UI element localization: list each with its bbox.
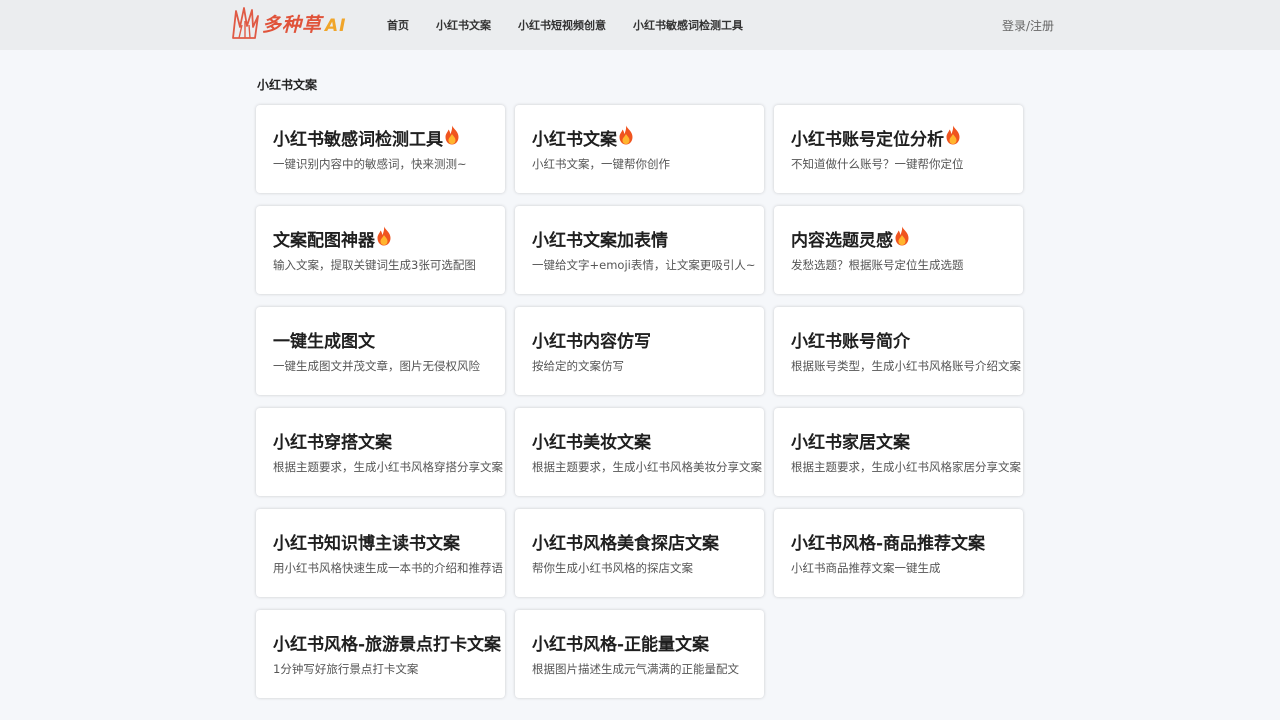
tool-card-title: 小红书美妆文案	[532, 428, 750, 453]
tool-card-description: 1分钟写好旅行景点打卡文案	[273, 662, 419, 676]
tool-card-title-text: 内容选题灵感	[791, 230, 893, 251]
logo-text: 多种草 AI	[262, 13, 347, 36]
tool-card[interactable]: 小红书账号定位分析不知道做什么账号？一键帮你定位	[774, 105, 1023, 193]
tool-card-title-text: 小红书知识博主读书文案	[273, 533, 460, 554]
tool-card-title-text: 小红书敏感词检测工具	[273, 129, 443, 150]
tool-card[interactable]: 小红书家居文案根据主题要求，生成小红书风格家居分享文案	[774, 408, 1023, 496]
tool-card-title-text: 文案配图神器	[273, 230, 375, 251]
tool-card-title-text: 小红书账号简介	[791, 331, 910, 352]
tool-card-description: 不知道做什么账号？一键帮你定位	[791, 157, 964, 171]
tool-card-title-text: 小红书风格-正能量文案	[532, 634, 710, 655]
fire-icon	[444, 125, 460, 150]
tool-card-grid: 小红书敏感词检测工具 一键识别内容中的敏感词，快来测测~ 小红书文案 小红书文案，一键…	[256, 105, 1024, 698]
top-header: 多种草 AI 首页 小红书文案 小红书短视频创意 小红书敏感词检测工具 登录/注册	[0, 0, 1280, 50]
fire-icon	[618, 125, 634, 150]
tool-card-description: 发愁选题？根据账号定位生成选题	[791, 258, 964, 272]
tool-card-description: 根据图片描述生成元气满满的正能量配文	[532, 662, 739, 676]
tool-card[interactable]: 内容选题灵感发愁选题？根据账号定位生成选题	[774, 206, 1023, 294]
tool-card-description: 小红书商品推荐文案一键生成	[791, 561, 941, 575]
tool-card-description: 帮你生成小红书风格的探店文案	[532, 561, 693, 575]
tool-card-description: 根据主题要求，生成小红书风格穿搭分享文案	[273, 460, 503, 474]
logo-ai-text: AI	[325, 15, 347, 36]
tool-card-title-text: 小红书账号定位分析	[791, 129, 944, 150]
tool-card-title: 小红书风格美食探店文案	[532, 529, 750, 554]
tool-card[interactable]: 文案配图神器输入文案，提取关键词生成3张可选配图	[256, 206, 505, 294]
nav-sensitive-word-tool[interactable]: 小红书敏感词检测工具	[624, 17, 752, 33]
tool-card[interactable]: 小红书穿搭文案根据主题要求，生成小红书风格穿搭分享文案	[256, 408, 505, 496]
fire-icon	[376, 226, 392, 251]
login-register-link[interactable]: 登录/注册	[1002, 17, 1054, 34]
fire-icon	[894, 226, 910, 251]
tool-card[interactable]: 一键生成图文一键生成图文并茂文章，图片无侵权风险	[256, 307, 505, 395]
tool-card[interactable]: 小红书美妆文案根据主题要求，生成小红书风格美妆分享文案	[515, 408, 764, 496]
tool-card-description: 一键识别内容中的敏感词，快来测测~	[273, 157, 467, 171]
tool-card-title: 小红书敏感词检测工具	[273, 125, 491, 150]
tool-card-title-text: 小红书文案	[532, 129, 617, 150]
tool-card[interactable]: 小红书风格-商品推荐文案小红书商品推荐文案一键生成	[774, 509, 1023, 597]
tool-card[interactable]: 小红书敏感词检测工具一键识别内容中的敏感词，快来测测~	[256, 105, 505, 193]
main-nav: 首页 小红书文案 小红书短视频创意 小红书敏感词检测工具	[378, 0, 761, 50]
tool-card-title-text: 小红书风格-旅游景点打卡文案	[273, 634, 502, 655]
nav-xhs-video-ideas[interactable]: 小红书短视频创意	[509, 17, 615, 33]
tool-card[interactable]: 小红书知识博主读书文案用小红书风格快速生成一本书的介绍和推荐语	[256, 509, 505, 597]
tool-card-title: 小红书账号简介	[791, 327, 1009, 352]
tool-card-title-text: 小红书穿搭文案	[273, 432, 392, 453]
tool-card-title-text: 小红书美妆文案	[532, 432, 651, 453]
tool-card-title-text: 小红书文案加表情	[532, 230, 668, 251]
tool-card-title: 小红书知识博主读书文案	[273, 529, 491, 554]
grass-logo-icon	[232, 7, 259, 39]
tool-card-title: 文案配图神器	[273, 226, 491, 251]
tool-card-title: 小红书内容仿写	[532, 327, 750, 352]
tool-card[interactable]: 小红书风格-旅游景点打卡文案 1分钟写好旅行景点打卡文案	[256, 610, 505, 698]
tool-card-title: 小红书文案加表情	[532, 226, 750, 251]
tool-card-title: 小红书账号定位分析	[791, 125, 1009, 150]
tool-card[interactable]: 小红书账号简介根据账号类型，生成小红书风格账号介绍文案	[774, 307, 1023, 395]
nav-xhs-copy[interactable]: 小红书文案	[427, 17, 500, 33]
tool-card-title: 小红书风格-商品推荐文案	[791, 529, 1009, 554]
tool-card-title-text: 小红书风格美食探店文案	[532, 533, 719, 554]
tool-card-title-text: 小红书风格-商品推荐文案	[791, 533, 986, 554]
tool-card-description: 小红书文案，一键帮你创作	[532, 157, 670, 171]
tool-card-description: 一键生成图文并茂文章，图片无侵权风险	[273, 359, 480, 373]
tool-card[interactable]: 小红书文案小红书文案，一键帮你创作	[515, 105, 764, 193]
logo[interactable]: 多种草 AI	[230, 5, 347, 41]
tool-card-description: 根据主题要求，生成小红书风格家居分享文案	[791, 460, 1021, 474]
tool-card-description: 根据账号类型，生成小红书风格账号介绍文案	[791, 359, 1021, 373]
tool-card-title: 小红书风格-正能量文案	[532, 630, 750, 655]
tool-card[interactable]: 小红书风格美食探店文案帮你生成小红书风格的探店文案	[515, 509, 764, 597]
tool-card[interactable]: 小红书文案加表情一键给文字+emoji表情，让文案更吸引人~	[515, 206, 764, 294]
tool-card-title: 小红书文案	[532, 125, 750, 150]
tool-card-description: 用小红书风格快速生成一本书的介绍和推荐语	[273, 561, 503, 575]
tool-card-title: 一键生成图文	[273, 327, 491, 352]
tool-card-title: 小红书风格-旅游景点打卡文案	[273, 630, 501, 655]
fire-icon	[945, 125, 961, 150]
section-title: 小红书文案	[257, 78, 318, 92]
tool-card-title-text: 一键生成图文	[273, 331, 375, 352]
tool-card-description: 一键给文字+emoji表情，让文案更吸引人~	[532, 258, 756, 272]
tool-card-title: 小红书家居文案	[791, 428, 1009, 453]
tool-card[interactable]: 小红书风格-正能量文案根据图片描述生成元气满满的正能量配文	[515, 610, 764, 698]
tool-card-title: 小红书穿搭文案	[273, 428, 491, 453]
tool-card-title-text: 小红书内容仿写	[532, 331, 651, 352]
tool-card-description: 输入文案，提取关键词生成3张可选配图	[273, 258, 476, 272]
tool-card-title: 内容选题灵感	[791, 226, 1009, 251]
tool-card-title-text: 小红书家居文案	[791, 432, 910, 453]
tool-card-description: 根据主题要求，生成小红书风格美妆分享文案	[532, 460, 762, 474]
tool-card-description: 按给定的文案仿写	[532, 359, 624, 373]
nav-home[interactable]: 首页	[378, 17, 418, 33]
tool-card[interactable]: 小红书内容仿写按给定的文案仿写	[515, 307, 764, 395]
